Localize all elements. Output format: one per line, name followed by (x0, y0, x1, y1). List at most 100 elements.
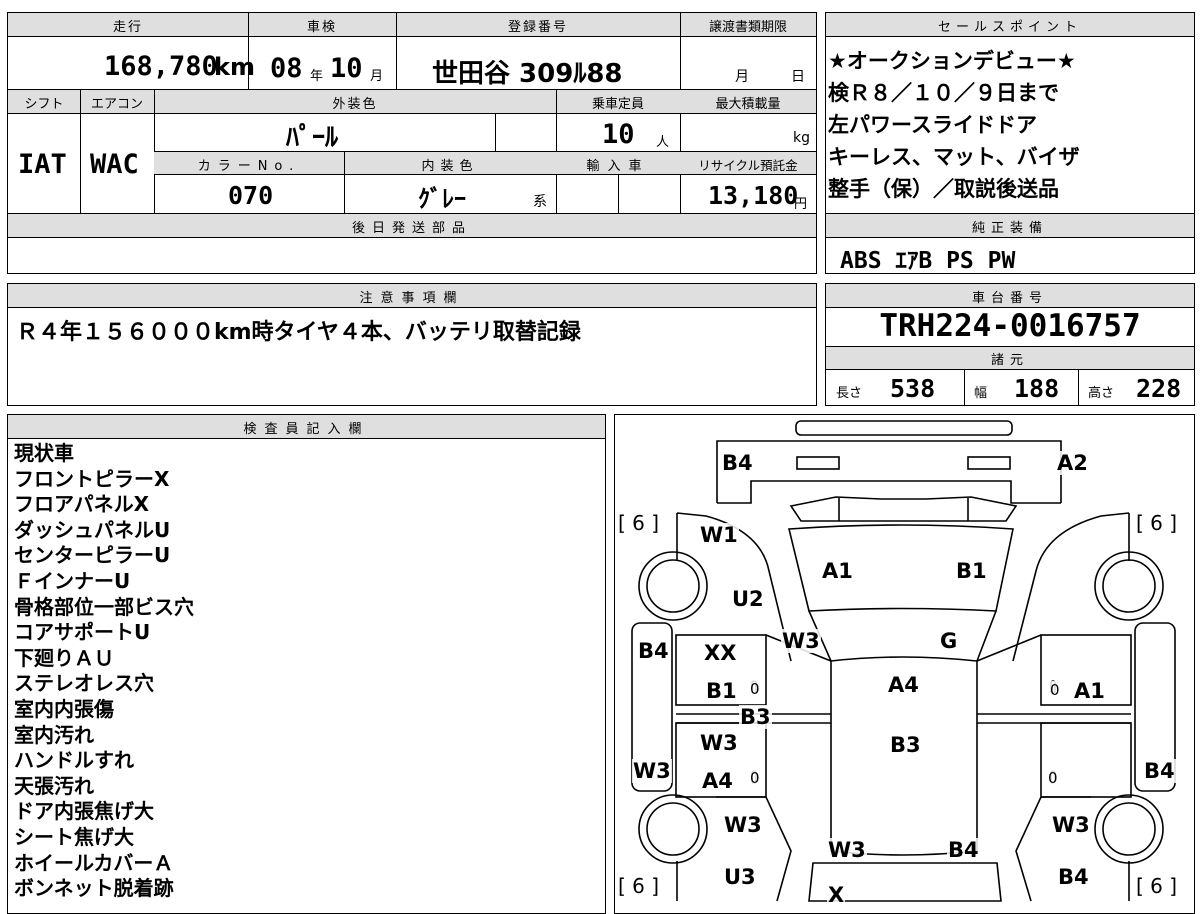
damage-mark: 0 (749, 769, 761, 787)
chassis-header: 車台番号 (971, 291, 1048, 306)
damage-mark: W3 (1051, 813, 1091, 837)
transfer-day: 日 (791, 69, 805, 85)
inspector-line: ステレオレス穴 (14, 671, 154, 696)
length-label: 長さ (836, 386, 863, 401)
damage-mark: B4 (1057, 865, 1090, 889)
sales-line: 左パワースライドドア (828, 113, 1037, 137)
damage-mark: X (827, 883, 846, 907)
color-no-header: カラーNo. (197, 159, 301, 174)
specs-header: 諸元 (990, 353, 1029, 368)
inspector-line: シート焦げ大 (14, 824, 134, 849)
exterior-color: ﾊﾟｰﾙ (286, 123, 339, 153)
height-label: 高さ (1088, 386, 1115, 401)
inspector-line: 室内汚れ (14, 722, 94, 747)
damage-mark: XX (703, 641, 738, 665)
recycle-unit: 円 (794, 197, 808, 212)
damage-mark: U3 (723, 865, 757, 889)
damage-mark: 0 (1047, 769, 1059, 787)
shaken-month: 10 (330, 53, 363, 84)
damage-mark: 0 (749, 680, 761, 698)
import-header: 輸入車 (586, 159, 650, 174)
inspector-line: フロアパネルX (14, 492, 150, 517)
ac-header: エアコン (90, 97, 143, 112)
damage-mark: A1 (1073, 679, 1106, 703)
equipment-header: 純正装備 (971, 221, 1048, 236)
exterior-color-header: 外装色 (332, 97, 378, 112)
shift-header: シフト (24, 97, 64, 112)
ac-value: WAC (90, 149, 139, 180)
inspector-line: 骨格部位一部ビス穴 (14, 594, 194, 619)
inspector-line: ＦインナーU (14, 568, 131, 593)
shift-value: IAT (18, 149, 67, 180)
length-value: 538 (890, 374, 936, 403)
damage-mark: U2 (731, 587, 765, 611)
transfer-deadline-header: 譲渡書類期限 (708, 20, 787, 35)
damage-mark: A4 (701, 769, 734, 793)
shaken-year-unit: 年 (310, 69, 324, 84)
width-value: 188 (1014, 374, 1060, 403)
inspector-box: 検査員記入欄 現状車 フロントピラーX フロアパネルX ダッシュパネルU センターピラー… (7, 414, 606, 914)
inspector-line: 室内内張傷 (14, 696, 114, 721)
max-load-header: 最大積載量 (715, 97, 781, 112)
damage-mark: W3 (632, 759, 672, 783)
damage-mark: W3 (699, 731, 739, 755)
interior-color-header: 内装色 (421, 159, 479, 174)
damage-mark: W3 (723, 813, 763, 837)
recycle-fee: 13,180 (708, 181, 799, 210)
later-parts-header: 後日発送部品 (351, 221, 472, 236)
damage-mark: B4 (721, 451, 754, 475)
damage-mark: B3 (739, 705, 772, 729)
inspector-line: ドア内張焦げ大 (14, 799, 154, 824)
shaken-month-unit: 月 (370, 69, 384, 84)
damage-mark: 0 (1049, 681, 1061, 699)
inspector-line: 天張汚れ (14, 773, 94, 798)
inspector-line: センターピラーU (14, 543, 171, 568)
inspector-line: フロントピラーX (14, 466, 170, 491)
registration-header: 登録番号 (507, 20, 568, 35)
sales-line: キーレス、マット、バイザ (828, 145, 1080, 169)
inspector-line: ホイールカバーＡ (14, 850, 174, 875)
interior-suffix: 系 (533, 194, 547, 210)
damage-mark: B3 (889, 733, 922, 757)
notes-text: Ｒ４年１５６０００km時タイヤ４本、バッテリ取替記録 (16, 320, 581, 345)
shaken-header: 車検 (306, 20, 337, 35)
height-value: 228 (1136, 374, 1182, 403)
inspector-header: 検査員記入欄 (243, 422, 370, 437)
damage-mark: A2 (1056, 451, 1089, 475)
notes-box: 注意事項欄 Ｒ４年１５６０００km時タイヤ４本、バッテリ取替記録 (7, 283, 817, 406)
capacity-unit: 人 (656, 135, 670, 150)
mileage-unit: km (214, 53, 255, 81)
mileage-header: 走行 (112, 20, 143, 35)
car-outline (631, 420, 1176, 902)
damage-mark: B4 (947, 838, 980, 862)
damage-mark: A4 (887, 673, 920, 697)
sales-points-header: セールスポイント (937, 20, 1082, 35)
sales-line: 検Ｒ８／１０／９日まで (828, 81, 1059, 105)
inspector-line: コアサポートU (14, 620, 151, 645)
damage-mark: G (939, 629, 959, 653)
inspector-line: 下廻りＡＵ (14, 645, 114, 670)
inspector-line: ダッシュパネルU (14, 517, 171, 542)
mileage-value: 168,780 (104, 51, 218, 82)
color-number: 070 (228, 181, 274, 210)
sales-line: ★オークションデビュー★ (828, 49, 1076, 73)
tire-mark: [ 6 ] (618, 511, 660, 535)
width-label: 幅 (974, 386, 988, 401)
damage-diagram: [ 6 ] [ 6 ] [ 6 ] [ 6 ] B4 A2 W1 A1 B1 U2 W3 G B4 XX B… (614, 414, 1195, 914)
tire-mark: [ 6 ] (1136, 511, 1178, 535)
equipment-value: ABS ｴｱB PS PW (840, 248, 1016, 274)
damage-mark: B1 (955, 559, 988, 583)
capacity-header: 乗車定員 (591, 97, 644, 112)
shaken-year: 08 (270, 53, 303, 84)
damage-mark: W3 (781, 629, 821, 653)
damage-mark: W3 (827, 838, 867, 862)
registration-number: 世田谷 309ﾙ88 (432, 59, 623, 89)
load-unit: kg (793, 130, 810, 146)
notes-header: 注意事項欄 (359, 291, 465, 306)
recycle-header: リサイクル預託金 (698, 158, 798, 173)
damage-mark: B4 (637, 639, 670, 663)
interior-color: ｸﾞﾚｰ (418, 185, 466, 213)
sales-points-box: セールスポイント ★オークションデビュー★ 検Ｒ８／１０／９日まで 左パワースラ… (825, 12, 1195, 274)
sales-line: 整手（保）／取説後送品 (828, 177, 1059, 201)
vehicle-info-table: 走行 車検 登録番号 譲渡書類期限 168,780 km 08 年 10 月 世… (7, 12, 817, 274)
